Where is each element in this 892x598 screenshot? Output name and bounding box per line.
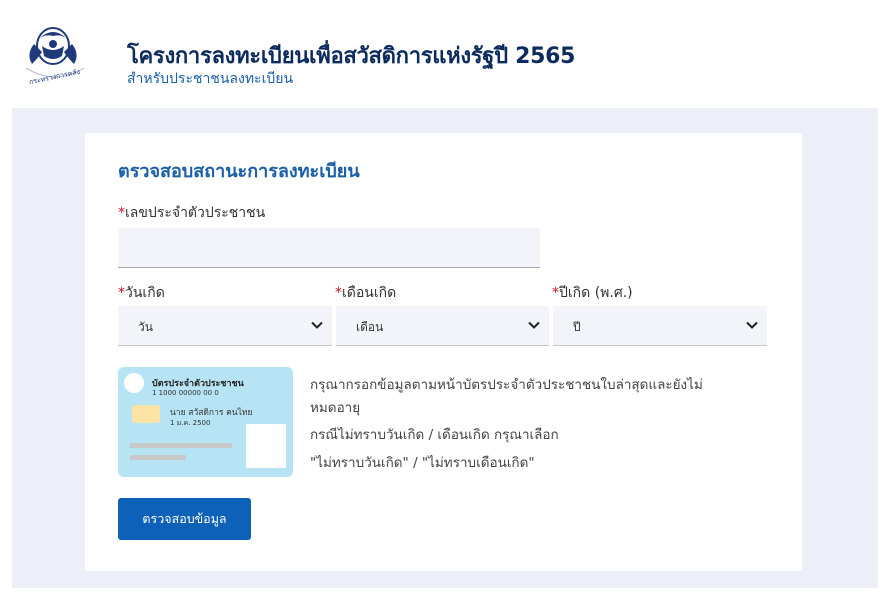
birth-day-value: วัน [138,320,153,334]
birth-month-value: เดือน [356,320,384,334]
id-number-label: *เลขประจำตัวประชาชน [118,202,265,224]
hint-line: หมดอายุ [310,400,361,416]
birth-month-label: *เดือนเกิด [335,282,396,304]
chevron-down-icon [746,321,758,329]
required-mark: * [118,205,125,221]
birth-month-label-text: เดือนเกิด [342,285,397,301]
chevron-down-icon [311,321,323,329]
ministry-logo: กระทรวงการคลัง [25,27,85,86]
card-emblem [124,373,144,393]
required-mark: * [335,285,342,301]
svg-text:กระทรวงการคลัง: กระทรวงการคลัง [28,68,80,86]
card-placeholder-line [130,455,186,460]
birth-year-select[interactable]: ปี [553,306,767,346]
birth-day-label: *วันเกิด [118,282,165,304]
card-birth-date: 1 ม.ค. 2500 [170,419,211,427]
form-title: ตรวจสอบสถานะการลงทะเบียน [118,161,360,182]
card-photo [246,424,286,468]
id-number-label-text: เลขประจำตัวประชาชน [125,205,266,221]
birth-day-label-text: วันเกิด [125,285,165,301]
birth-year-label-text: ปีเกิด (พ.ศ.) [559,285,633,301]
check-data-button[interactable]: ตรวจสอบข้อมูล [118,498,251,540]
hint-line: กรณีไม่ทราบวันเกิด / เดือนเกิด กรุณาเลือ… [310,427,559,443]
hint-line: "ไม่ทราบวันเกิด" / "ไม่ทราบเดือนเกิด" [310,455,535,471]
card-title: บัตรประจำตัวประชาชน [152,379,244,389]
header: กระทรวงการคลัง โครงการลงทะเบียนเพื่อสวัส… [0,0,892,108]
birth-day-select[interactable]: วัน [118,306,332,346]
birth-month-select[interactable]: เดือน [336,306,549,346]
page-subtitle: สำหรับประชาชนลงทะเบียน [127,71,294,87]
card-holder-name: นาย สวัสดิการ คนไทย [170,408,253,418]
birth-year-value: ปี [573,320,581,334]
required-mark: * [552,285,559,301]
birth-year-label: *ปีเกิด (พ.ศ.) [552,282,633,304]
hint-line: กรุณากรอกข้อมูลตามหน้าบัตรประจำตัวประชาช… [310,377,703,393]
id-card-illustration: บัตรประจำตัวประชาชน 1 1000 00000 00 0 นา… [118,367,293,477]
card-placeholder-line [130,443,232,448]
chevron-down-icon [528,321,540,329]
id-number-input[interactable] [118,228,540,268]
card-chip [132,405,160,423]
required-mark: * [118,285,125,301]
card-number: 1 1000 00000 00 0 [152,389,219,397]
